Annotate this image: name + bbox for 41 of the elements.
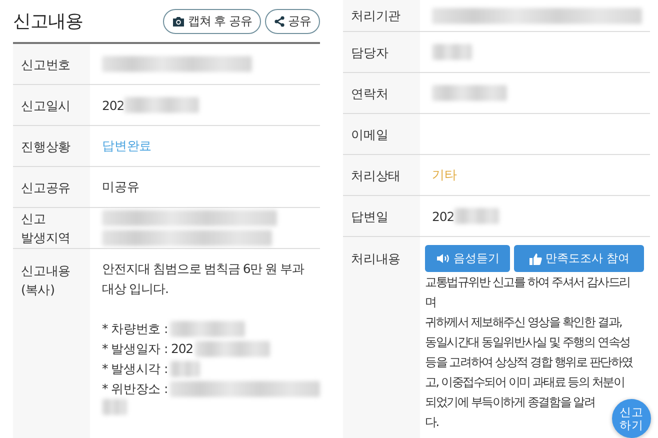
thumbs-up-icon xyxy=(528,252,542,264)
detail-label: * 발생일자 : 202 xyxy=(102,340,194,358)
section-title: 신고내용 xyxy=(13,10,83,33)
share-button[interactable]: 공유 xyxy=(265,8,320,34)
detail-label: * 위반장소 : xyxy=(102,380,168,398)
report-button[interactable]: 신고 하기 xyxy=(612,399,651,438)
field-value: 미공유 xyxy=(102,178,140,196)
report-text: 안전지대 침범으로 범칙금 6만 원 부과 대상 입니다. xyxy=(102,260,306,298)
field-label: 신고번호 xyxy=(21,56,72,74)
field-value: 202 xyxy=(432,208,454,224)
field-label: 연락처 xyxy=(351,84,390,102)
answer-text-line: 며 xyxy=(425,294,436,311)
answer-text-line: 등을 고려하여 상상적 경합 행위로 판단하였 xyxy=(425,354,632,371)
listen-button[interactable]: 음성듣기 xyxy=(425,245,510,272)
field-label: 답변일 xyxy=(351,208,390,226)
survey-button[interactable]: 만족도조사 참여 xyxy=(514,245,644,272)
capture-share-button[interactable]: 캡쳐 후 공유 xyxy=(162,8,261,34)
answer-text-line: 다. xyxy=(425,414,438,431)
field-label: 신고 발생지역 xyxy=(21,210,72,247)
field-label: 신고내용 (복사) xyxy=(21,262,72,299)
answer-text-line: 교통법규위반 신고를 하여 주셔서 감사드리 xyxy=(425,274,630,291)
detail-label: * 발생시각 : xyxy=(102,360,168,378)
share-icon xyxy=(274,16,285,26)
field-label: 처리내용 xyxy=(351,250,402,268)
field-value: 답변완료 xyxy=(102,138,152,154)
field-value: 기타 xyxy=(432,166,457,184)
answer-text-line: 귀하께서 제보해주신 영상을 확인한 결과, xyxy=(425,314,622,331)
answer-text-line: 되었기에 부득이하게 종결함을 알려 xyxy=(425,394,595,411)
field-label: 처리기관 xyxy=(351,7,402,25)
field-label: 이메일 xyxy=(351,126,390,144)
field-label: 담당자 xyxy=(351,44,390,62)
field-label: 처리상태 xyxy=(351,166,402,184)
field-value: 202 xyxy=(102,98,124,112)
detail-label: * 차량번호 : xyxy=(102,320,168,338)
speaker-icon xyxy=(436,253,450,264)
field-label: 신고공유 xyxy=(21,178,72,196)
answer-text-line: 동일시간대 동일위반사실 및 주행의 연속성 xyxy=(425,334,630,351)
answer-text-line: 고, 이중접수되어 이미 과태료 등의 처분이 xyxy=(425,374,624,391)
field-label: 진행상황 xyxy=(21,138,72,156)
field-label: 신고일시 xyxy=(21,96,72,114)
camera-icon xyxy=(172,16,185,26)
